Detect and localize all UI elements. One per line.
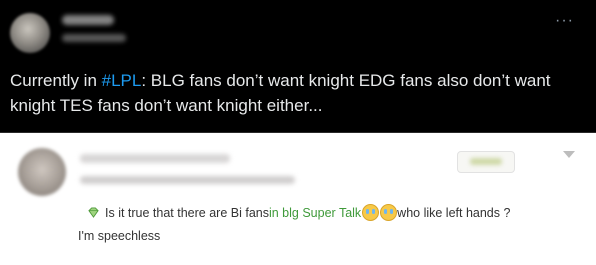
comment-text-line-1: Is it true that there are Bi fans in blg… <box>88 204 510 221</box>
tweet-text-start: Currently in <box>10 71 102 90</box>
hashtag-link[interactable]: #LPL <box>102 71 142 90</box>
comment-text-part2: who like left hands ? <box>397 205 511 220</box>
more-options-icon[interactable]: ··· <box>555 12 574 30</box>
tweet-author-avatar[interactable] <box>10 13 50 53</box>
commenter-name-blurred[interactable] <box>80 154 230 163</box>
tweet-author-handle-blurred[interactable] <box>62 34 126 42</box>
follow-button-blurred[interactable] <box>457 151 515 173</box>
commenter-avatar[interactable] <box>18 148 66 196</box>
comment-meta-blurred <box>80 176 295 184</box>
diamond-icon <box>88 207 99 218</box>
comment-card: Is it true that there are Bi fans in blg… <box>0 133 596 265</box>
tweet-text: Currently in #LPL: BLG fans don’t want k… <box>10 68 586 118</box>
tweet-card: ··· Currently in #LPL: BLG fans don’t wa… <box>0 0 596 133</box>
chevron-down-icon[interactable] <box>563 151 575 158</box>
crying-face-icon <box>362 204 380 221</box>
comment-text-line-2: I'm speechless <box>78 229 161 243</box>
super-talk-link[interactable]: in blg Super Talk <box>269 206 361 220</box>
comment-text-part1: Is it true that there are Bi fans <box>105 205 269 220</box>
crying-face-icon <box>380 204 398 221</box>
tweet-author-name-blurred[interactable] <box>62 15 114 25</box>
